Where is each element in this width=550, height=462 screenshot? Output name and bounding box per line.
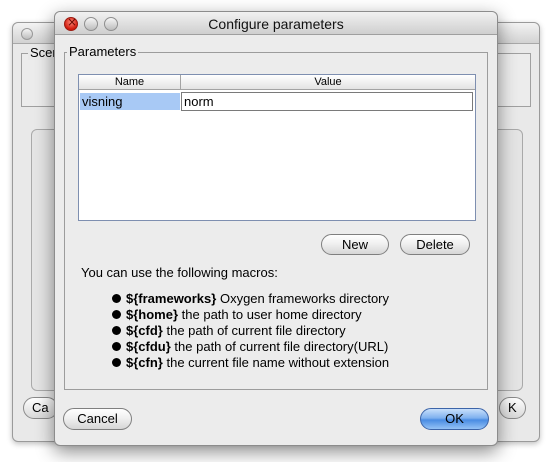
macro-name: ${home} (126, 307, 179, 322)
background-cancel-button[interactable]: Ca (23, 397, 58, 419)
background-ok-button[interactable]: K (499, 397, 526, 419)
bullet-icon (112, 294, 121, 303)
bullet-icon (112, 358, 121, 367)
configure-parameters-dialog: Configure parameters Parameters Name Val… (54, 11, 498, 446)
column-header-name[interactable]: Name (79, 75, 181, 89)
macro-description: the path of current file directory (166, 323, 346, 338)
macro-name: ${cfdu} (126, 339, 171, 354)
table-header: Name Value (79, 75, 475, 90)
macro-list-item: ${cfdu} the path of current file directo… (112, 339, 388, 354)
macro-name: ${frameworks} (126, 291, 217, 306)
macro-list-item: ${cfd} the path of current file director… (112, 323, 346, 338)
macro-description: the current file name without extension (166, 355, 390, 370)
macros-intro-text: You can use the following macros: (81, 265, 278, 280)
macro-list-item: ${frameworks} Oxygen frameworks director… (112, 291, 389, 306)
column-header-value[interactable]: Value (181, 75, 475, 89)
bullet-icon (112, 342, 121, 351)
macro-list-item: ${home} the path to user home directory (112, 307, 362, 322)
delete-button[interactable]: Delete (400, 234, 470, 255)
table-row-value-editor[interactable]: norm (181, 92, 473, 111)
dialog-title: Configure parameters (208, 16, 344, 32)
parameters-group: Parameters Name Value visning norm New D… (64, 44, 488, 390)
parameters-group-label: Parameters (67, 44, 139, 59)
macro-description: Oxygen frameworks directory (219, 291, 390, 306)
bg-close-light-icon (21, 28, 33, 40)
macro-name: ${cfd} (126, 323, 163, 338)
bullet-icon (112, 310, 121, 319)
bullet-icon (112, 326, 121, 335)
titlebar: Configure parameters (55, 12, 497, 35)
parameters-table[interactable]: Name Value visning norm (78, 74, 476, 221)
new-button[interactable]: New (321, 234, 389, 255)
macro-list-item: ${cfn} the current file name without ext… (112, 355, 389, 370)
cancel-button[interactable]: Cancel (63, 408, 132, 430)
macro-description: the path to user home directory (181, 307, 362, 322)
macro-description: the path of current file directory(URL) (174, 339, 389, 354)
macro-name: ${cfn} (126, 355, 163, 370)
ok-button[interactable]: OK (420, 408, 489, 430)
table-row-name-cell[interactable]: visning (80, 93, 180, 110)
